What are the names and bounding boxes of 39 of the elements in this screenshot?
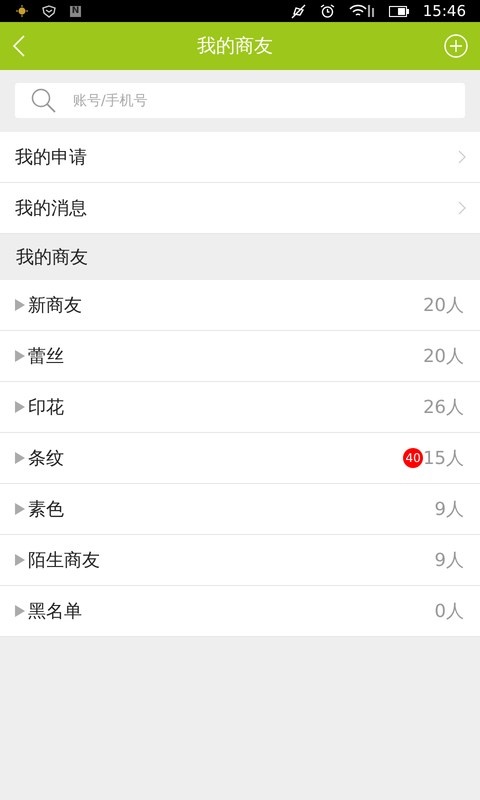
- expand-triangle-icon[interactable]: [15, 350, 25, 362]
- member-count: 9人: [434, 549, 464, 572]
- back-button[interactable]: [12, 34, 26, 58]
- expand-triangle-icon[interactable]: [15, 554, 25, 566]
- add-button[interactable]: [444, 34, 468, 58]
- member-count: 26人: [423, 396, 464, 419]
- expand-triangle-icon[interactable]: [15, 605, 25, 617]
- member-count: 9人: [434, 498, 464, 521]
- member-count: 15人: [423, 447, 464, 470]
- group-name[interactable]: 素色: [28, 497, 435, 521]
- clock-time: 15:46: [422, 2, 466, 20]
- section-title: 我的商友: [16, 246, 88, 269]
- group-name[interactable]: 条纹: [28, 446, 404, 470]
- member-count: 20人: [423, 345, 464, 368]
- wifi-icon: [348, 3, 375, 19]
- search-field[interactable]: 账号/手机号: [15, 83, 465, 118]
- notification-icon: N: [70, 6, 81, 16]
- expand-triangle-icon[interactable]: [15, 299, 25, 311]
- expand-triangle-icon[interactable]: [15, 452, 25, 464]
- muted-icon: [290, 4, 306, 18]
- member-count: 20人: [423, 294, 464, 317]
- member-count: 0人: [434, 600, 464, 623]
- shield-icon: [42, 4, 56, 18]
- group-name[interactable]: 蕾丝: [28, 344, 424, 368]
- chevron-icon: [458, 201, 466, 215]
- search-input[interactable]: 账号/手机号: [71, 92, 465, 110]
- group-name[interactable]: 黑名单: [28, 599, 435, 623]
- expand-triangle-icon[interactable]: [15, 503, 25, 515]
- alarm-icon: [320, 4, 335, 18]
- search-icon: [31, 88, 57, 114]
- page-title: 我的商友: [197, 34, 273, 59]
- unread-badge: 40: [403, 448, 424, 468]
- group-name[interactable]: 陌生商友: [28, 548, 435, 572]
- group-name[interactable]: 新商友: [28, 293, 424, 317]
- expand-triangle-icon[interactable]: [15, 401, 25, 413]
- battery-icon: [388, 6, 409, 16]
- chevron-icon: [458, 150, 466, 164]
- sun-icon: [16, 5, 28, 17]
- group-name[interactable]: 印花: [28, 395, 424, 419]
